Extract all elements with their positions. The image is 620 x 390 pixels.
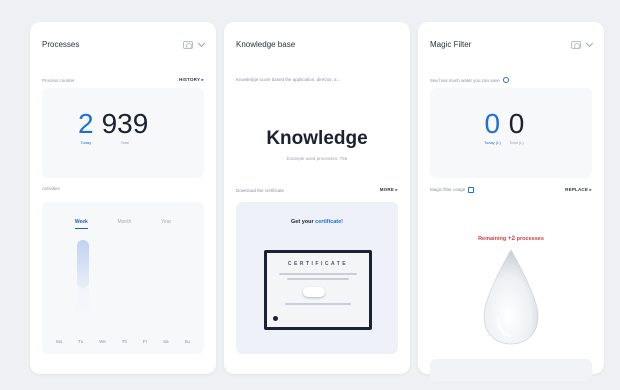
- certificate-heading: CERTIFICATE: [287, 261, 349, 267]
- water-total-value: 0: [508, 108, 525, 139]
- total-label: Total: [120, 140, 130, 145]
- activities-panel: Week Month Year Mo Tu We Th Fr Sa Su: [42, 202, 204, 354]
- tab-month[interactable]: Month: [117, 219, 131, 229]
- day-label: Fr: [142, 339, 148, 344]
- certificate-cta: Get your certificate!: [291, 219, 343, 225]
- certificate-line: [287, 278, 349, 280]
- day-label: Mo: [55, 339, 63, 344]
- history-link[interactable]: HISTORY ▸: [179, 77, 204, 83]
- water-today-stat: 0 Today (L): [484, 108, 501, 146]
- replace-link[interactable]: REPLACE ▸: [565, 187, 592, 193]
- certificate-row: Download the certificate MORE ▸: [236, 187, 398, 193]
- magic-title: Magic Filter: [430, 40, 472, 49]
- knowledge-card: Knowledge base Knowledge score based the…: [224, 22, 410, 374]
- processes-tools[interactable]: [183, 39, 206, 49]
- water-stats: 0 Today (L) 0 Total (L): [484, 108, 525, 146]
- water-stats-panel: 0 Today (L) 0 Total (L): [430, 88, 592, 178]
- weekday-axis: Mo Tu We Th Fr Sa Su: [42, 339, 204, 344]
- knowledge-subtext: Example used processes: 756: [286, 156, 348, 161]
- logo-icon: [273, 316, 278, 321]
- total-stat: 939 Total: [101, 108, 149, 146]
- total-value: 939: [101, 108, 149, 139]
- knowledge-title: Knowledge base: [236, 40, 296, 49]
- day-label: Tu: [78, 339, 84, 344]
- water-drop-icon: [483, 249, 539, 345]
- image-icon[interactable]: [571, 40, 581, 49]
- activities-row: Activities: [42, 186, 204, 191]
- water-total-stat: 0 Total (L): [508, 108, 525, 146]
- remaining-processes: Remaining +2 processes: [478, 235, 544, 242]
- day-label: Sa: [163, 339, 169, 344]
- knowledge-score-label: Knowledge score based the application, d…: [236, 77, 341, 82]
- tab-week[interactable]: Week: [74, 219, 88, 229]
- magic-tools[interactable]: [571, 39, 594, 49]
- day-label: We: [99, 339, 106, 344]
- activities-label: Activities: [42, 186, 60, 191]
- mouse-icon: [303, 287, 325, 297]
- magic-header: Magic Filter: [430, 39, 594, 49]
- more-link[interactable]: MORE ▸: [380, 187, 398, 193]
- certificate-line: [279, 273, 357, 275]
- certificate-panel[interactable]: Get your certificate! CERTIFICATE: [236, 202, 398, 354]
- magic-filter-card: Magic Filter See how much water you can …: [418, 22, 604, 381]
- water-today-value: 0: [484, 108, 501, 139]
- chevron-down-icon[interactable]: [585, 39, 594, 47]
- tab-year[interactable]: Year: [161, 219, 171, 229]
- day-label: Su: [184, 339, 190, 344]
- knowledge-header: Knowledge base: [236, 40, 398, 49]
- filter-icon: [468, 187, 475, 193]
- filter-status-bar: [430, 359, 592, 381]
- process-counter-panel: 2 Today 939 Total: [42, 88, 204, 178]
- filter-usage-row: Magic filter usage REPLACE ▸: [430, 187, 592, 193]
- knowledge-score-row: Knowledge score based the application, d…: [236, 77, 398, 82]
- today-stat: 2 Today: [78, 108, 94, 146]
- processes-header: Processes: [42, 39, 206, 49]
- processes-card: Processes Process counter HISTORY ▸ 2 To…: [30, 22, 216, 374]
- chevron-down-icon[interactable]: [197, 39, 206, 47]
- activity-bar-track: [77, 240, 89, 320]
- process-counter-row: Process counter HISTORY ▸: [42, 77, 204, 83]
- today-value: 2: [78, 108, 94, 139]
- certificate-image[interactable]: CERTIFICATE: [264, 250, 372, 330]
- info-icon[interactable]: [502, 77, 509, 83]
- processes-title: Processes: [42, 40, 80, 49]
- process-counter-label: Process counter: [42, 77, 75, 83]
- water-today-label: Today (L): [484, 140, 501, 145]
- certificate-line: [285, 303, 351, 305]
- period-tabs: Week Month Year: [42, 219, 204, 229]
- water-save-row: See how much water you can save: [430, 77, 592, 83]
- knowledge-level: Knowledge: [266, 128, 368, 149]
- filter-usage-label: Magic filter usage: [430, 187, 475, 193]
- image-icon[interactable]: [183, 40, 193, 49]
- day-label: Th: [121, 339, 127, 344]
- activity-bar: [77, 240, 89, 288]
- certificate-label: Download the certificate: [236, 187, 285, 193]
- today-label: Today: [80, 140, 92, 145]
- process-stats: 2 Today 939 Total: [78, 108, 149, 146]
- water-total-label: Total (L): [509, 140, 524, 145]
- water-save-label: See how much water you can save: [430, 77, 500, 83]
